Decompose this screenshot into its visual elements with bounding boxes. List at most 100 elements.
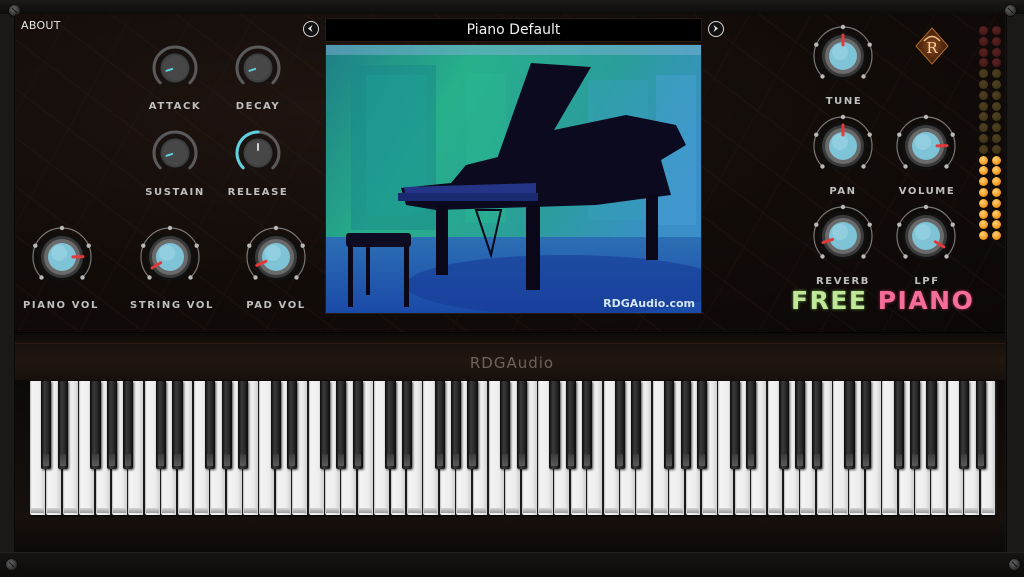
- black-key[interactable]: [910, 381, 920, 469]
- bottom-frame: [0, 552, 1024, 577]
- black-key[interactable]: [615, 381, 625, 469]
- meter-led: [992, 58, 1001, 67]
- black-key[interactable]: [402, 381, 412, 469]
- meter-led: [979, 166, 988, 175]
- black-key[interactable]: [500, 381, 510, 469]
- sustain-knob[interactable]: [151, 129, 199, 181]
- black-key[interactable]: [926, 381, 936, 469]
- pan-label: PAN: [798, 186, 888, 197]
- black-key[interactable]: [779, 381, 789, 469]
- meter-led: [992, 112, 1001, 121]
- meter-led: [979, 134, 988, 143]
- pan-knob[interactable]: [810, 113, 876, 183]
- meter-led: [979, 102, 988, 111]
- knob-graphic: [151, 44, 199, 92]
- black-key[interactable]: [156, 381, 166, 469]
- knob-graphic: [234, 44, 282, 92]
- black-key[interactable]: [123, 381, 133, 469]
- black-key[interactable]: [566, 381, 576, 469]
- black-key[interactable]: [844, 381, 854, 469]
- black-key[interactable]: [861, 381, 871, 469]
- black-key[interactable]: [172, 381, 182, 469]
- meter-led: [992, 69, 1001, 78]
- black-key[interactable]: [451, 381, 461, 469]
- plugin-window: ABOUT ATTACK DECAY SUSTAI: [0, 0, 1024, 576]
- previous-preset-button[interactable]: [303, 21, 319, 37]
- black-key[interactable]: [107, 381, 117, 469]
- screw-icon: [1004, 4, 1017, 17]
- meter-led: [979, 123, 988, 132]
- knob-graphic: [29, 224, 95, 290]
- black-key[interactable]: [549, 381, 559, 469]
- black-key[interactable]: [336, 381, 346, 469]
- piano-vol-knob[interactable]: [29, 224, 95, 294]
- meter-led: [979, 91, 988, 100]
- black-key[interactable]: [664, 381, 674, 469]
- meter-led: [992, 177, 1001, 186]
- volume-knob[interactable]: [893, 113, 959, 183]
- black-key[interactable]: [90, 381, 100, 469]
- meter-led: [992, 26, 1001, 35]
- preset-image: RDGAudio.com: [325, 44, 702, 314]
- meter-led: [979, 37, 988, 46]
- black-key[interactable]: [205, 381, 215, 469]
- string-vol-label: STRING VOL: [127, 300, 217, 311]
- meter-led: [992, 166, 1001, 175]
- lpf-knob[interactable]: [893, 203, 959, 273]
- black-key[interactable]: [582, 381, 592, 469]
- black-key[interactable]: [222, 381, 232, 469]
- reverb-knob[interactable]: [810, 203, 876, 273]
- chevron-left-icon: [304, 22, 317, 35]
- black-key[interactable]: [385, 381, 395, 469]
- meter-led: [992, 102, 1001, 111]
- meter-led: [979, 69, 988, 78]
- string-vol-knob[interactable]: [137, 224, 203, 294]
- black-key[interactable]: [697, 381, 707, 469]
- right-frame: [1006, 14, 1024, 552]
- rdg-logo[interactable]: R: [912, 26, 952, 70]
- attack-label: ATTACK: [130, 101, 220, 112]
- knob-graphic: [810, 113, 876, 179]
- knob-graphic: [810, 23, 876, 89]
- black-key[interactable]: [894, 381, 904, 469]
- pad-vol-label: PAD VOL: [231, 300, 321, 311]
- decay-knob[interactable]: [234, 44, 282, 96]
- attack-knob[interactable]: [151, 44, 199, 96]
- black-key[interactable]: [681, 381, 691, 469]
- volume-label: VOLUME: [882, 186, 972, 197]
- level-meter: [977, 26, 1003, 242]
- meter-led: [979, 156, 988, 165]
- black-key[interactable]: [287, 381, 297, 469]
- black-key[interactable]: [41, 381, 51, 469]
- black-key[interactable]: [631, 381, 641, 469]
- black-key[interactable]: [959, 381, 969, 469]
- pad-vol-knob[interactable]: [243, 224, 309, 294]
- about-button[interactable]: ABOUT: [21, 19, 61, 32]
- black-key[interactable]: [353, 381, 363, 469]
- meter-led: [992, 80, 1001, 89]
- release-knob[interactable]: [234, 129, 282, 181]
- black-key[interactable]: [976, 381, 986, 469]
- meter-led: [992, 231, 1001, 240]
- knob-graphic: [810, 203, 876, 269]
- meter-led: [992, 145, 1001, 154]
- black-key[interactable]: [517, 381, 527, 469]
- release-label: RELEASE: [213, 187, 303, 198]
- black-key[interactable]: [271, 381, 281, 469]
- black-key[interactable]: [795, 381, 805, 469]
- meter-led: [979, 26, 988, 35]
- next-preset-button[interactable]: [708, 21, 724, 37]
- black-key[interactable]: [435, 381, 445, 469]
- black-key[interactable]: [320, 381, 330, 469]
- black-key[interactable]: [746, 381, 756, 469]
- black-key[interactable]: [238, 381, 248, 469]
- preset-name-display[interactable]: Piano Default: [325, 18, 702, 42]
- meter-led: [979, 177, 988, 186]
- knob-graphic: [234, 129, 282, 177]
- black-key[interactable]: [58, 381, 68, 469]
- tune-knob[interactable]: [810, 23, 876, 93]
- meter-led: [992, 188, 1001, 197]
- black-key[interactable]: [467, 381, 477, 469]
- black-key[interactable]: [812, 381, 822, 469]
- black-key[interactable]: [730, 381, 740, 469]
